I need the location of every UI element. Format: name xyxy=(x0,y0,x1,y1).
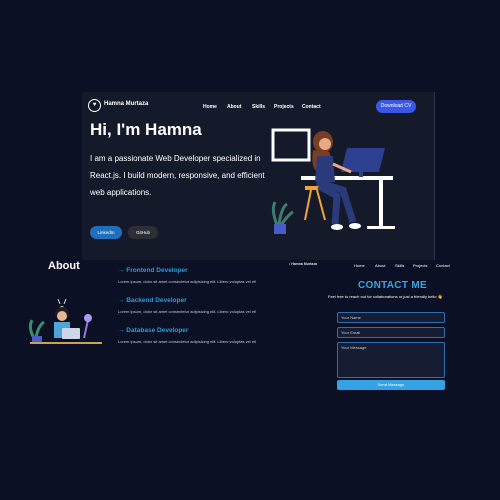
nav-contact[interactable]: Contact xyxy=(302,104,321,110)
about-heading: About xyxy=(48,260,80,272)
nav2-contact[interactable]: Contact xyxy=(436,263,450,268)
name-field[interactable] xyxy=(337,312,445,323)
linkedin-button[interactable]: LinkedIn xyxy=(90,226,122,239)
developer-illustration xyxy=(271,128,395,234)
skill-frontend-title: → Frontend Developer xyxy=(118,267,188,274)
contact-title: CONTACT ME xyxy=(358,280,427,291)
nav2-home[interactable]: Home xyxy=(354,263,365,268)
nav-projects[interactable]: Projects xyxy=(274,104,294,110)
contact-subtitle: Feel free to reach out for collaboration… xyxy=(328,294,443,299)
brand-name[interactable]: Hamna Murtaza xyxy=(104,101,148,107)
nav2-about[interactable]: About xyxy=(375,263,385,268)
hero-description: I am a passionate Web Developer speciali… xyxy=(90,154,265,197)
skill-database-title: → Database Developer xyxy=(118,327,189,334)
nav-skills[interactable]: Skills xyxy=(252,104,265,110)
about-illustration xyxy=(28,298,102,344)
contact-nav-logo[interactable]: • Hamna Murtaza xyxy=(289,262,317,266)
github-button[interactable]: GitHub xyxy=(128,226,158,239)
email-field[interactable] xyxy=(337,327,445,338)
skill-backend-title: → Backend Developer xyxy=(118,297,187,304)
message-field[interactable] xyxy=(337,342,445,378)
download-cv-button[interactable]: Download CV xyxy=(376,100,416,113)
logo-icon[interactable]: ♥ xyxy=(88,99,101,112)
skill-database-desc: Lorem ipsum, dolor sit amet consectetur … xyxy=(118,339,257,344)
nav2-projects[interactable]: Projects xyxy=(413,263,427,268)
skill-backend-desc: Lorem ipsum, dolor sit amet consectetur … xyxy=(118,309,257,314)
nav2-skills[interactable]: Skills xyxy=(395,263,404,268)
send-message-button[interactable]: Send Message xyxy=(337,380,445,390)
skill-frontend-desc: Lorem ipsum, dolor sit amet consectetur … xyxy=(118,279,257,284)
hero-section: ♥ Hamna Murtaza Home About Skills Projec… xyxy=(82,92,435,260)
nav-about[interactable]: About xyxy=(227,104,241,110)
hero-title: Hi, I'm Hamna xyxy=(90,120,202,139)
nav-home[interactable]: Home xyxy=(203,104,217,110)
